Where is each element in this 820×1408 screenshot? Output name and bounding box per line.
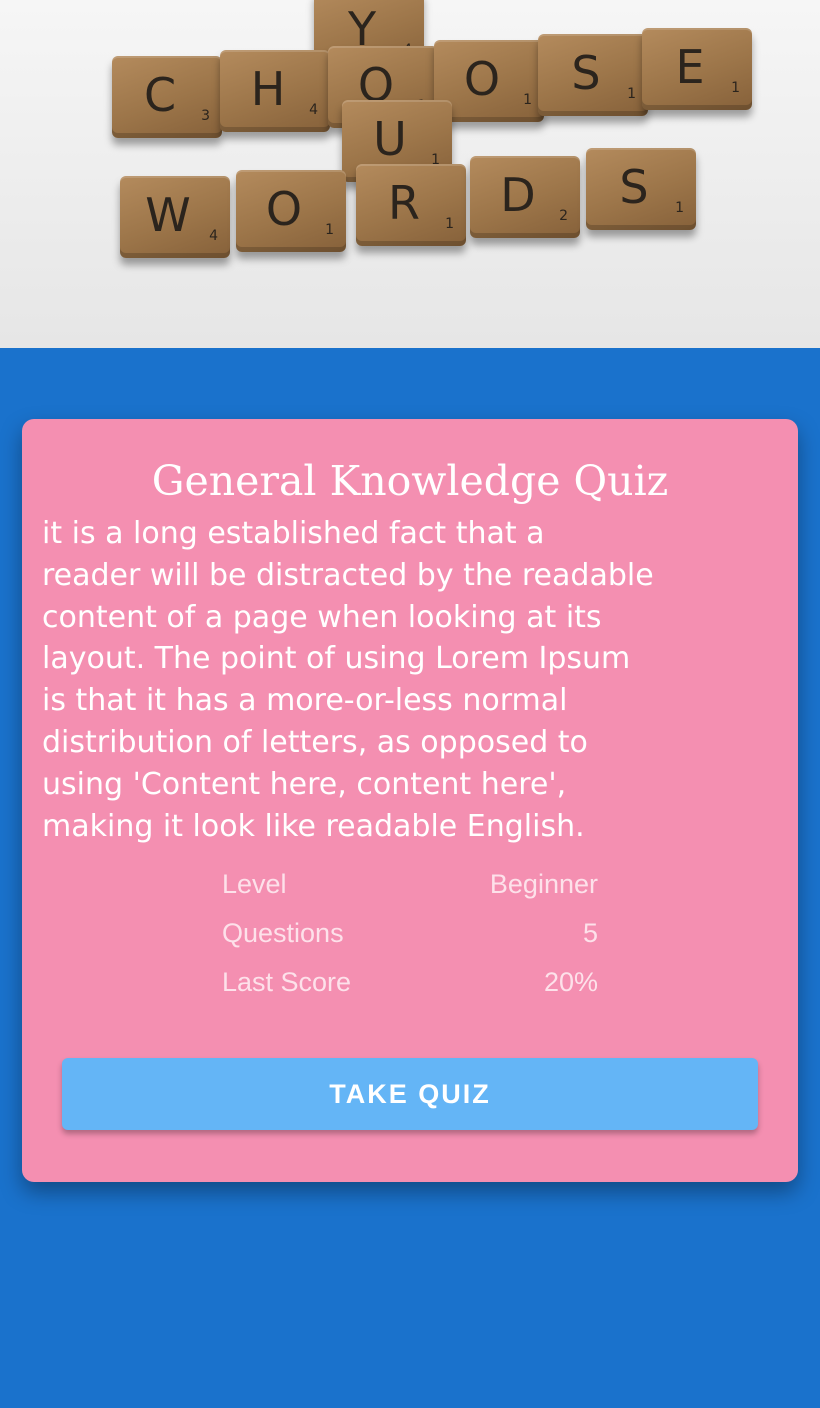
tile-points: 4	[309, 102, 318, 118]
tile-letter: S	[619, 160, 649, 214]
tile-d: D 2	[470, 156, 580, 238]
tile-letter: W	[145, 188, 191, 242]
tile-points: 3	[201, 108, 210, 124]
tile-s: S 1	[538, 34, 648, 116]
tile-e: E 1	[642, 28, 752, 110]
tile-letter: U	[373, 112, 407, 166]
tile-letter: S	[571, 46, 601, 100]
tile-points: 1	[675, 200, 684, 216]
quiz-title: General Knowledge Quiz	[151, 457, 669, 505]
stat-value: Beginner	[489, 869, 598, 899]
tile-points: 1	[445, 216, 454, 232]
tile-o-3: O 1	[236, 170, 346, 252]
tile-points: 1	[731, 80, 740, 96]
stat-label: Questions	[222, 918, 344, 948]
stat-label: Level	[222, 869, 287, 899]
tile-points: 1	[627, 86, 636, 102]
tile-points: 4	[209, 228, 218, 244]
tile-points: 1	[325, 222, 334, 238]
tile-letter: O	[463, 52, 501, 106]
stat-row-last-score: Last Score 20%	[222, 967, 602, 1016]
quiz-stats: Level Beginner Questions 5 Last Score 20…	[222, 869, 602, 1016]
stat-value: 5	[582, 918, 598, 948]
tile-points: 1	[523, 92, 532, 108]
tile-letter: D	[500, 168, 536, 222]
tile-letter: E	[675, 40, 705, 94]
tile-r: R 1	[356, 164, 466, 246]
tile-letter: C	[143, 68, 177, 122]
stat-value: 20%	[543, 967, 598, 997]
tile-h: H 4	[220, 50, 330, 132]
stat-label: Last Score	[222, 967, 352, 997]
quiz-card: General Knowledge Quiz it is a long esta…	[22, 419, 798, 1182]
tile-s-2: S 1	[586, 148, 696, 230]
hero-image: Y 4 C 3 H 4 O 1 O 1 S 1	[0, 0, 820, 348]
stat-row-questions: Questions 5	[222, 918, 602, 967]
tile-letter: R	[388, 176, 420, 230]
tile-letter: O	[265, 182, 303, 236]
quiz-description: it is a long established fact that a rea…	[42, 516, 654, 844]
take-quiz-button[interactable]: TAKE QUIZ	[62, 1058, 758, 1130]
tile-c: C 3	[112, 56, 222, 138]
stat-row-level: Level Beginner	[222, 869, 602, 918]
tile-letter: H	[250, 62, 286, 116]
tile-points: 2	[559, 208, 568, 224]
quiz-screen: Y 4 C 3 H 4 O 1 O 1 S 1	[0, 0, 820, 1408]
scrabble-tiles: Y 4 C 3 H 4 O 1 O 1 S 1	[0, 0, 820, 348]
tile-w: W 4	[120, 176, 230, 258]
